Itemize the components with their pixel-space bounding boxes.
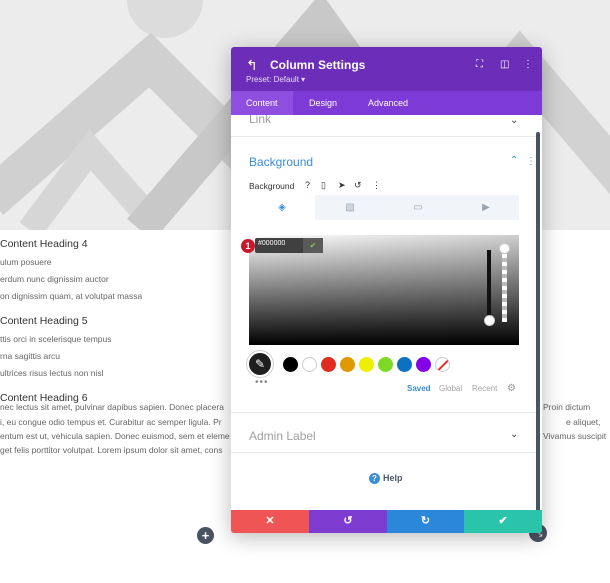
hue-slider-handle[interactable] <box>484 315 495 326</box>
column-settings-modal: ↰ Column Settings Preset: Default ▾ ⛶ ◫ … <box>231 47 542 533</box>
add-module-button[interactable]: + <box>197 527 214 544</box>
background-type-tabs: ◈ ▧ ▭ ▶ <box>249 195 519 220</box>
swatch-blue[interactable] <box>397 357 412 372</box>
fullscreen-icon[interactable]: ⛶ <box>476 59 483 70</box>
mobile-icon[interactable]: ▯ <box>321 180 326 191</box>
save-button[interactable]: ✔ <box>464 510 542 533</box>
modal-header: ↰ Column Settings Preset: Default ▾ ⛶ ◫ … <box>231 47 542 91</box>
more-swatches-icon[interactable]: ••• <box>255 377 269 388</box>
hue-slider[interactable] <box>487 250 491 322</box>
step-badge: 1 <box>241 239 255 253</box>
palette-tab-recent[interactable]: Recent <box>472 384 497 393</box>
content-line: on dignissim quam, at volutpat massa <box>0 291 143 301</box>
gradient-icon[interactable]: ▧ <box>317 195 383 220</box>
content-heading-4: Content Heading 4 <box>0 238 88 250</box>
background-label: Background <box>249 181 295 191</box>
gear-icon[interactable]: ⚙ <box>507 383 516 394</box>
tab-advanced[interactable]: Advanced <box>353 91 423 115</box>
redo-button[interactable]: ↻ <box>387 510 464 533</box>
more-options-icon[interactable]: ⋮ <box>523 59 533 70</box>
body-line: entum est ut, vehicula sapien. Donec eui… <box>0 431 230 441</box>
image-icon[interactable]: ▭ <box>385 195 451 220</box>
split-view-icon[interactable]: ◫ <box>500 59 509 70</box>
more-icon[interactable]: ⋮ <box>372 180 381 191</box>
body-line: Proin dictum <box>543 402 591 412</box>
help-question-icon[interactable]: ? <box>305 180 310 190</box>
cancel-button[interactable]: ✕ <box>231 510 309 533</box>
scrollbar[interactable] <box>536 132 540 517</box>
hex-value: #000000 <box>258 240 286 247</box>
palette-tab-saved[interactable]: Saved <box>407 384 431 393</box>
opacity-slider[interactable] <box>502 250 507 322</box>
swatch-black[interactable] <box>283 357 298 372</box>
tab-content[interactable]: Content <box>231 91 293 115</box>
opacity-slider-handle[interactable] <box>499 243 510 254</box>
modal-footer: ✕ ↺ ↻ ✔ <box>231 510 542 533</box>
swatch-purple[interactable] <box>416 357 431 372</box>
swatch-yellow[interactable] <box>359 357 374 372</box>
settings-tabs: Content Design Advanced <box>231 91 542 115</box>
body-line: e aliquet, <box>566 417 601 427</box>
chevron-down-icon: ⌄ <box>510 115 519 126</box>
background-section-title[interactable]: Background <box>249 155 313 169</box>
settings-scroll-area: Link ⌄ Background ⌃ ⋮ Background ? ▯ ➤ ↺… <box>231 115 542 510</box>
cursor-hover-icon[interactable]: ➤ <box>338 180 346 191</box>
body-line: i, eu congue odio tempus et. Curabitur a… <box>0 417 222 427</box>
content-line: erdum nunc dignissim auctor <box>0 274 109 284</box>
chevron-up-icon[interactable]: ⌃ <box>510 155 518 166</box>
swatch-orange[interactable] <box>340 357 355 372</box>
help-label: Help <box>383 473 403 483</box>
no-color-swatch-icon[interactable] <box>435 357 450 372</box>
swatch-green[interactable] <box>378 357 393 372</box>
undo-button[interactable]: ↺ <box>309 510 387 533</box>
content-column: Content Heading 4 ulum posuere erdum nun… <box>0 232 240 411</box>
section-menu-icon[interactable]: ⋮ <box>526 156 536 167</box>
preset-dropdown[interactable]: Preset: Default ▾ <box>246 75 305 84</box>
content-line: ulum posuere <box>0 257 52 267</box>
content-line: ttis orci in scelerisque tempus <box>0 334 112 344</box>
link-section-label: Link <box>249 115 272 126</box>
content-line: ultrices risus lectus non nisl <box>0 368 104 378</box>
tab-design[interactable]: Design <box>294 91 352 115</box>
link-section-toggle[interactable]: Link ⌄ <box>231 115 536 137</box>
video-icon[interactable]: ▶ <box>453 195 519 220</box>
reset-icon[interactable]: ↺ <box>354 180 362 191</box>
divider <box>231 452 536 453</box>
help-link[interactable]: ? Help <box>369 473 403 484</box>
divider <box>231 412 536 413</box>
chevron-down-icon[interactable]: ⌄ <box>510 429 518 440</box>
swatch-red[interactable] <box>321 357 336 372</box>
help-icon: ? <box>369 473 380 484</box>
content-heading-5: Content Heading 5 <box>0 315 88 327</box>
hex-color-input[interactable]: #000000 ✔ <box>255 238 323 253</box>
confirm-check-icon[interactable]: ✔ <box>303 238 323 253</box>
palette-tab-global[interactable]: Global <box>439 384 462 393</box>
body-line: get felis porttitor volutpat. Lorem ipsu… <box>0 445 223 455</box>
content-line: rna sagittis arcu <box>0 351 60 361</box>
modal-title: Column Settings <box>270 58 366 72</box>
admin-label-section[interactable]: Admin Label <box>249 429 316 443</box>
body-line: nec lectus sit amet, pulvinar dapibus sa… <box>0 402 224 412</box>
swatch-white[interactable] <box>302 357 317 372</box>
eyedropper-icon[interactable]: ✎ <box>247 351 273 377</box>
body-line: Vivamus suscipit <box>543 431 607 441</box>
paint-bucket-icon[interactable]: ◈ <box>249 195 315 220</box>
back-arrow-icon[interactable]: ↰ <box>246 57 258 74</box>
